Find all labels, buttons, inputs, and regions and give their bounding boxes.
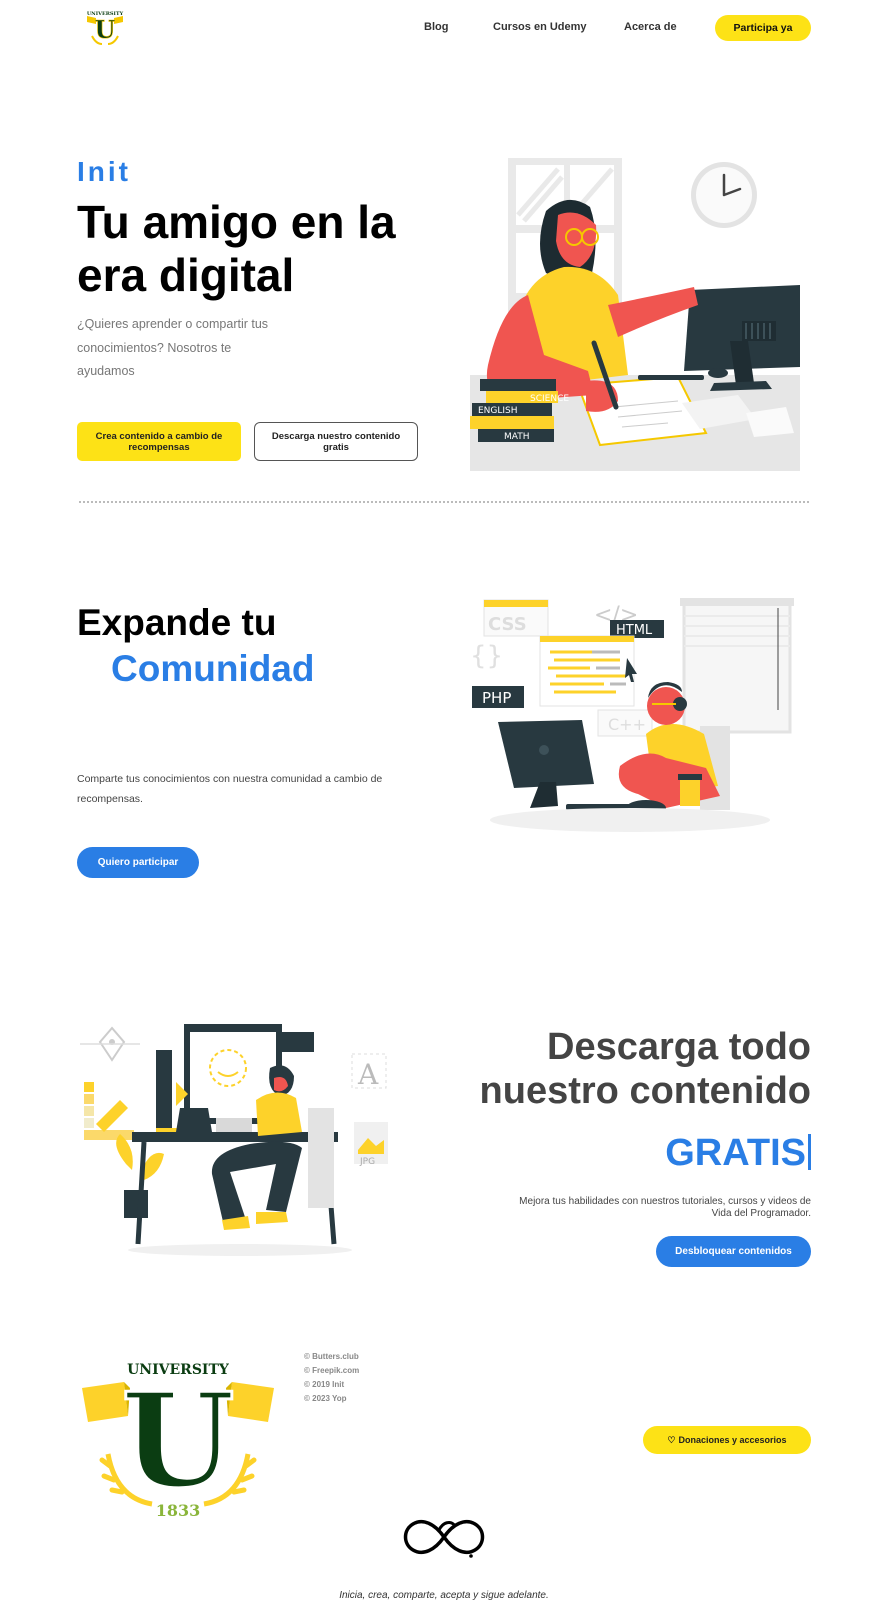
credit-freepik[interactable]: © Freepik.com: [304, 1364, 359, 1378]
university-logo-large: UNIVERSITY U 1833: [82, 1362, 274, 1520]
heart-icon: ♡: [667, 1434, 676, 1445]
book-english-label: ENGLISH: [478, 406, 518, 416]
community-title-line1: Expande tu: [77, 602, 277, 643]
create-content-button[interactable]: Crea contenido a cambio de recompensas: [77, 422, 241, 461]
credit-yop: © 2023 Yop: [304, 1394, 347, 1403]
footer-credits: © Butters.club © Freepik.com © 2019 Init…: [304, 1350, 359, 1406]
nav-link-blog[interactable]: Blog: [424, 21, 448, 33]
footer-motto: Inicia, crea, comparte, acepta y sigue a…: [339, 1590, 549, 1601]
donations-label: Donaciones y accesorios: [678, 1435, 787, 1445]
nav-link-acerca-de[interactable]: Acerca de: [624, 21, 677, 33]
download-gratis-highlight: GRATIS: [665, 1131, 811, 1175]
logo-u-letter: U: [121, 1364, 234, 1517]
credit-butters[interactable]: © Butters.club: [304, 1350, 359, 1364]
php-tag: PHP: [482, 689, 511, 707]
university-logo-small[interactable]: UNIVERSITY U: [84, 8, 126, 48]
download-illustration: A JPG: [80, 1024, 388, 1256]
unlock-content-button[interactable]: Desbloquear contenidos: [656, 1236, 811, 1267]
quiero-participar-button[interactable]: Quiero participar: [77, 847, 199, 878]
css-tag: CSS: [488, 614, 527, 635]
download-text: Mejora tus habilidades con nuestros tuto…: [519, 1196, 811, 1219]
section-divider: [79, 501, 809, 503]
community-illustration: CSS </> HTML {} PHP C++: [470, 598, 794, 832]
community-title-line2: Comunidad: [111, 648, 315, 689]
clock-icon: [691, 162, 757, 228]
book-math-label: MATH: [504, 432, 530, 442]
participa-ya-button[interactable]: Participa ya: [715, 15, 811, 41]
donations-button[interactable]: ♡ Donaciones y accesorios: [643, 1426, 811, 1454]
hero-eyebrow: Init: [77, 156, 131, 187]
infinity-logo-icon: [403, 1519, 485, 1558]
logo-small-letter: U: [95, 15, 116, 44]
book-science-label: SCIENCE: [530, 394, 569, 404]
jpg-file-label: JPG: [359, 1157, 375, 1167]
cpp-tag: C++: [608, 715, 646, 734]
gratis-text: GRATIS: [665, 1132, 806, 1174]
top-navbar: UNIVERSITY U Blog Cursos en Udemy Acerca…: [0, 0, 888, 56]
hero-illustration: SCIENCE ENGLISH MATH: [470, 158, 800, 471]
glyph-a-icon: A: [357, 1058, 379, 1091]
download-free-button[interactable]: Descarga nuestro contenido gratis: [254, 422, 418, 461]
typing-cursor: [808, 1134, 811, 1170]
hero-subtitle: ¿Quieres aprender o compartir tus conoci…: [77, 317, 269, 378]
credit-init: © 2019 Init: [304, 1380, 345, 1389]
download-title: Descarga todo nuestro contenido: [479, 1026, 811, 1112]
community-text: Comparte tus conocimientos con nuestra c…: [77, 773, 383, 805]
logo-year-text: 1833: [156, 1501, 201, 1520]
braces-tag: {}: [470, 641, 503, 671]
nav-link-cursos-udemy[interactable]: Cursos en Udemy: [493, 21, 587, 33]
hero-title: Tu amigo en la era digital: [77, 196, 396, 301]
